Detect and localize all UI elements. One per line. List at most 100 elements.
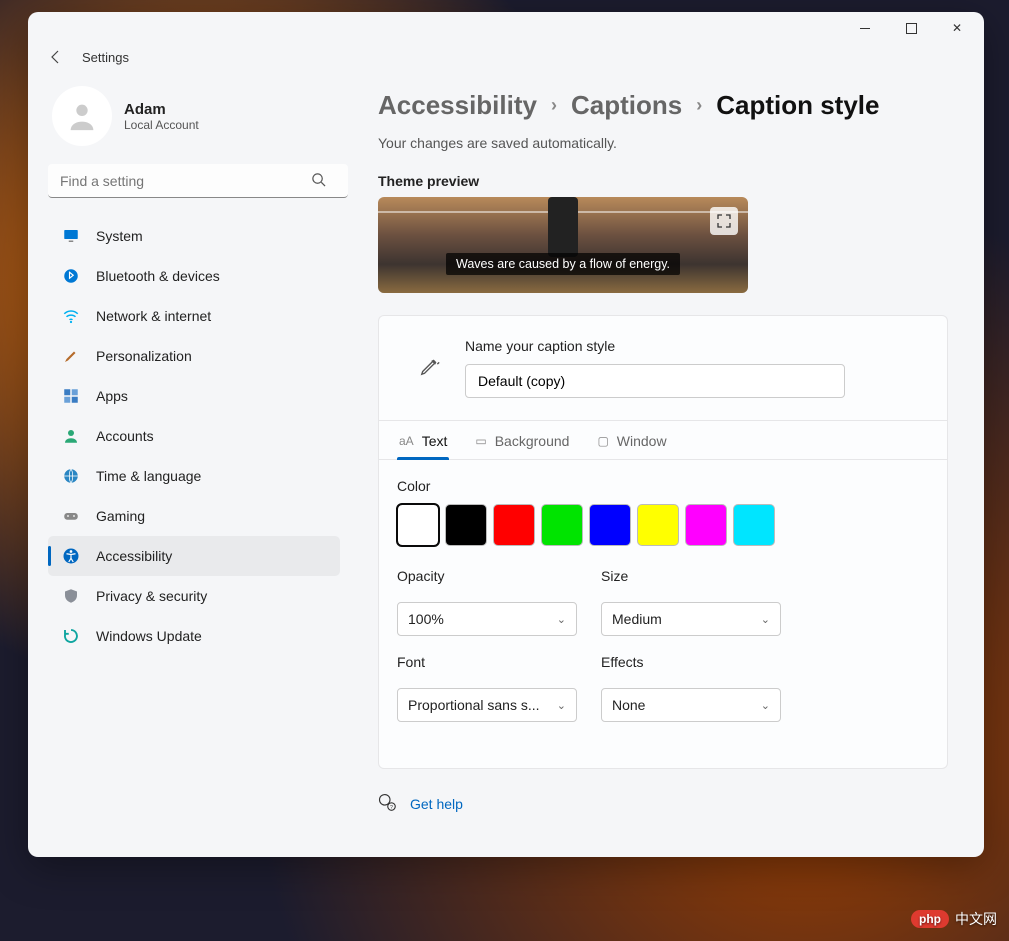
update-icon bbox=[62, 627, 80, 645]
app-title: Settings bbox=[82, 50, 129, 65]
sidebar-item-label: Apps bbox=[96, 388, 128, 404]
effects-label: Effects bbox=[601, 654, 781, 670]
sidebar-item-label: Bluetooth & devices bbox=[96, 268, 220, 284]
header-row: Settings bbox=[28, 44, 984, 70]
sidebar-item-label: Network & internet bbox=[96, 308, 211, 324]
avatar bbox=[52, 86, 112, 146]
minimize-button[interactable] bbox=[842, 12, 888, 44]
sidebar-item-update[interactable]: Windows Update bbox=[48, 616, 340, 656]
sidebar-item-privacy[interactable]: Privacy & security bbox=[48, 576, 340, 616]
search-input[interactable] bbox=[48, 164, 348, 198]
watermark: php 中文网 bbox=[911, 909, 997, 929]
sidebar-item-bluetooth[interactable]: Bluetooth & devices bbox=[48, 256, 340, 296]
preview-caption-text: Waves are caused by a flow of energy. bbox=[446, 253, 680, 275]
search-icon bbox=[311, 172, 326, 192]
monitor-icon bbox=[62, 227, 80, 245]
close-button[interactable] bbox=[934, 12, 980, 44]
edit-icon bbox=[419, 355, 441, 382]
autosave-note: Your changes are saved automatically. bbox=[378, 135, 948, 151]
search-box[interactable] bbox=[48, 164, 340, 198]
sidebar-item-time[interactable]: Time & language bbox=[48, 456, 340, 496]
color-swatches bbox=[397, 504, 929, 546]
help-row: ? Get help bbox=[378, 793, 948, 814]
accessibility-icon bbox=[62, 547, 80, 565]
sidebar-item-label: Accessibility bbox=[96, 548, 172, 564]
brush-icon bbox=[62, 347, 80, 365]
effects-dropdown[interactable]: None ⌄ bbox=[601, 688, 781, 722]
style-name-input[interactable] bbox=[465, 364, 845, 398]
bluetooth-icon bbox=[62, 267, 80, 285]
size-label: Size bbox=[601, 568, 781, 584]
back-button[interactable] bbox=[44, 45, 68, 69]
settings-window: Settings Adam Local Account System Blueto… bbox=[28, 12, 984, 857]
color-swatch[interactable] bbox=[445, 504, 487, 546]
color-swatch[interactable] bbox=[589, 504, 631, 546]
color-swatch[interactable] bbox=[541, 504, 583, 546]
font-dropdown[interactable]: Proportional sans s... ⌄ bbox=[397, 688, 577, 722]
chevron-down-icon: ⌄ bbox=[761, 613, 770, 626]
chevron-right-icon: › bbox=[696, 95, 702, 116]
font-label: Font bbox=[397, 654, 577, 670]
name-label: Name your caption style bbox=[465, 338, 907, 354]
text-pane: Color Opacity 100% ⌄ Size bbox=[379, 460, 947, 768]
sidebar-item-gaming[interactable]: Gaming bbox=[48, 496, 340, 536]
breadcrumb-caption-style: Caption style bbox=[716, 90, 879, 121]
opacity-label: Opacity bbox=[397, 568, 577, 584]
theme-preview: Waves are caused by a flow of energy. bbox=[378, 197, 748, 293]
chevron-right-icon: › bbox=[551, 95, 557, 116]
wifi-icon bbox=[62, 307, 80, 325]
sidebar-item-system[interactable]: System bbox=[48, 216, 340, 256]
titlebar bbox=[28, 12, 984, 44]
background-tab-icon: ▭ bbox=[475, 434, 486, 448]
watermark-text: 中文网 bbox=[955, 909, 997, 929]
color-swatch[interactable] bbox=[733, 504, 775, 546]
tab-text[interactable]: aAText bbox=[397, 421, 449, 459]
sidebar-item-personalization[interactable]: Personalization bbox=[48, 336, 340, 376]
tab-background[interactable]: ▭Background bbox=[473, 421, 571, 459]
profile-name: Adam bbox=[124, 101, 199, 118]
profile-block[interactable]: Adam Local Account bbox=[48, 86, 340, 146]
breadcrumb: Accessibility › Captions › Caption style bbox=[378, 90, 948, 121]
caption-style-card: Name your caption style aAText ▭Backgroun… bbox=[378, 315, 948, 769]
style-tabs: aAText ▭Background ▢Window bbox=[379, 421, 947, 460]
sidebar-item-label: Personalization bbox=[96, 348, 192, 364]
breadcrumb-captions[interactable]: Captions bbox=[571, 90, 682, 121]
expand-preview-button[interactable] bbox=[710, 207, 738, 235]
help-icon: ? bbox=[378, 793, 396, 814]
watermark-badge: php bbox=[911, 910, 949, 928]
sidebar-item-label: Time & language bbox=[96, 468, 201, 484]
color-swatch[interactable] bbox=[493, 504, 535, 546]
person-icon bbox=[62, 427, 80, 445]
sidebar-item-network[interactable]: Network & internet bbox=[48, 296, 340, 336]
main-content: Accessibility › Captions › Caption style… bbox=[348, 70, 984, 857]
sidebar-item-accounts[interactable]: Accounts bbox=[48, 416, 340, 456]
breadcrumb-accessibility[interactable]: Accessibility bbox=[378, 90, 537, 121]
sidebar-item-label: Windows Update bbox=[96, 628, 202, 644]
chevron-down-icon: ⌄ bbox=[557, 613, 566, 626]
color-swatch[interactable] bbox=[685, 504, 727, 546]
tab-window[interactable]: ▢Window bbox=[595, 421, 668, 459]
gamepad-icon bbox=[62, 507, 80, 525]
sidebar-item-accessibility[interactable]: Accessibility bbox=[48, 536, 340, 576]
globe-icon bbox=[62, 467, 80, 485]
profile-sub: Local Account bbox=[124, 118, 199, 132]
sidebar: Adam Local Account System Bluetooth & dev… bbox=[28, 70, 348, 857]
text-tab-icon: aA bbox=[399, 434, 414, 448]
color-swatch[interactable] bbox=[397, 504, 439, 546]
maximize-button[interactable] bbox=[888, 12, 934, 44]
apps-icon bbox=[62, 387, 80, 405]
get-help-link[interactable]: Get help bbox=[410, 796, 463, 812]
color-label: Color bbox=[397, 478, 929, 494]
shield-icon bbox=[62, 587, 80, 605]
svg-text:?: ? bbox=[390, 805, 393, 811]
sidebar-item-label: System bbox=[96, 228, 143, 244]
color-swatch[interactable] bbox=[637, 504, 679, 546]
chevron-down-icon: ⌄ bbox=[557, 699, 566, 712]
opacity-dropdown[interactable]: 100% ⌄ bbox=[397, 602, 577, 636]
sidebar-item-label: Accounts bbox=[96, 428, 154, 444]
sidebar-item-apps[interactable]: Apps bbox=[48, 376, 340, 416]
window-tab-icon: ▢ bbox=[597, 434, 608, 448]
sidebar-item-label: Privacy & security bbox=[96, 588, 207, 604]
size-dropdown[interactable]: Medium ⌄ bbox=[601, 602, 781, 636]
nav-list: System Bluetooth & devices Network & inter… bbox=[48, 216, 340, 656]
